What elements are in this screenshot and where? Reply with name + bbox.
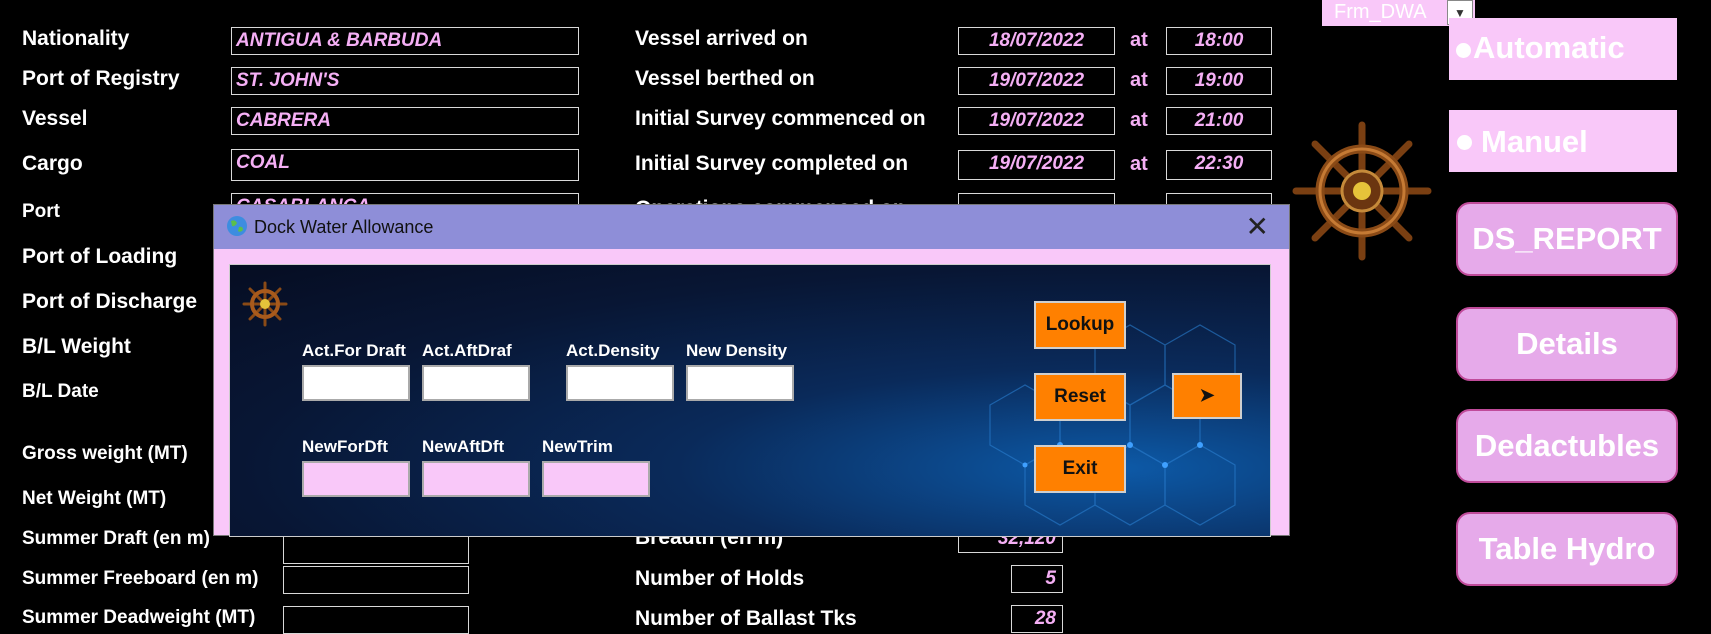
new-aft-dft-output[interactable] [422, 461, 530, 497]
cargo-label: Cargo [22, 152, 83, 175]
new-for-dft-label: NewForDft [302, 437, 388, 456]
act-aft-draft-input[interactable] [422, 365, 530, 401]
berthed-label: Vessel berthed on [635, 67, 815, 90]
at-label: at [1130, 153, 1148, 175]
new-trim-label: NewTrim [542, 437, 613, 456]
new-aft-dft-label: NewAftDft [422, 437, 505, 456]
bl-weight-label: B/L Weight [22, 335, 131, 358]
summer-freeboard-field[interactable] [283, 566, 469, 594]
ship-wheel-icon [1292, 121, 1432, 261]
manuel-label: Manuel [1481, 124, 1588, 159]
new-density-label: New Density [686, 341, 788, 360]
cargo-field[interactable]: COAL [231, 149, 579, 181]
port-label: Port [22, 201, 60, 222]
at-label: at [1130, 69, 1148, 91]
berthed-time-field[interactable]: 19:00 [1166, 67, 1272, 95]
survey-completed-time-field[interactable]: 22:30 [1166, 150, 1272, 180]
nationality-field[interactable]: ANTIGUA & BARBUDA [231, 27, 579, 55]
act-density-label: Act.Density [566, 341, 660, 360]
summer-freeboard-label: Summer Freeboard (en m) [22, 568, 259, 589]
cursor-button[interactable]: ➤ [1172, 373, 1242, 419]
port-of-discharge-label: Port of Discharge [22, 290, 198, 313]
at-label: at [1130, 109, 1148, 131]
dialog-title: Dock Water Allowance [254, 217, 434, 237]
new-trim-output[interactable] [542, 461, 650, 497]
dialog-titlebar[interactable]: Dock Water Allowance ✕ [214, 205, 1289, 249]
reset-button[interactable]: Reset [1034, 373, 1126, 421]
act-for-draft-input[interactable] [302, 365, 410, 401]
survey-completed-label: Initial Survey completed on [635, 152, 909, 175]
gross-weight-label: Gross weight (MT) [22, 443, 188, 464]
details-button[interactable]: Details [1456, 307, 1678, 381]
dedactubles-button[interactable]: Dedactubles [1456, 409, 1678, 483]
new-density-input[interactable] [686, 365, 794, 401]
holds-field[interactable]: 5 [1011, 565, 1063, 593]
summer-draft-label: Summer Draft (en m) [22, 528, 210, 549]
act-aft-draf-label: Act.AftDraf [422, 341, 512, 360]
holds-label: Number of Holds [635, 567, 805, 590]
arrived-date-field[interactable]: 18/07/2022 [958, 27, 1115, 55]
cursor-arrow-icon: ➤ [1199, 385, 1215, 405]
act-density-input[interactable] [566, 365, 674, 401]
arrived-time-field[interactable]: 18:00 [1166, 27, 1272, 55]
at-label: at [1130, 29, 1148, 51]
dialog-panel: Act.For Draft Act.AftDraf Act.Density Ne… [229, 264, 1271, 537]
radio-icon [1456, 43, 1471, 58]
vessel-field[interactable]: CABRERA [231, 107, 579, 135]
globe-icon [227, 216, 247, 236]
ds-report-button[interactable]: DS_REPORT [1456, 202, 1678, 276]
close-icon[interactable]: ✕ [1246, 210, 1269, 243]
survey-commenced-time-field[interactable]: 21:00 [1166, 107, 1272, 135]
act-for-draft-label: Act.For Draft [302, 341, 406, 360]
survey-commenced-date-field[interactable]: 19/07/2022 [958, 107, 1115, 135]
radio-icon [1457, 135, 1472, 150]
summer-draft-field[interactable] [283, 536, 469, 564]
summer-deadweight-label: Summer Deadweight (MT) [22, 607, 256, 628]
survey-commenced-label: Initial Survey commenced on [635, 107, 926, 130]
table-hydro-button[interactable]: Table Hydro [1456, 512, 1678, 586]
automatic-label: Automatic [1473, 30, 1625, 65]
manuel-option[interactable]: Manuel [1449, 110, 1677, 172]
new-for-dft-output[interactable] [302, 461, 410, 497]
nationality-label: Nationality [22, 27, 130, 50]
ballast-field[interactable]: 28 [1011, 605, 1063, 633]
vessel-label: Vessel [22, 107, 88, 130]
port-of-loading-label: Port of Loading [22, 245, 178, 268]
summer-deadweight-field[interactable] [283, 606, 469, 634]
survey-completed-date-field[interactable]: 19/07/2022 [958, 150, 1115, 180]
net-weight-label: Net Weight (MT) [22, 488, 167, 509]
automatic-option[interactable]: Automatic [1449, 18, 1677, 80]
exit-button[interactable]: Exit [1034, 445, 1126, 493]
arrived-label: Vessel arrived on [635, 27, 808, 50]
bl-date-label: B/L Date [22, 381, 99, 402]
ballast-label: Number of Ballast Tks [635, 607, 857, 630]
berthed-date-field[interactable]: 19/07/2022 [958, 67, 1115, 95]
lookup-button[interactable]: Lookup [1034, 301, 1126, 349]
dock-water-allowance-dialog: Dock Water Allowance ✕ Act.For Draft Act… [213, 204, 1290, 537]
port-of-registry-label: Port of Registry [22, 67, 180, 90]
port-of-registry-field[interactable]: ST. JOHN'S [231, 67, 579, 95]
ship-wheel-icon [242, 281, 288, 327]
